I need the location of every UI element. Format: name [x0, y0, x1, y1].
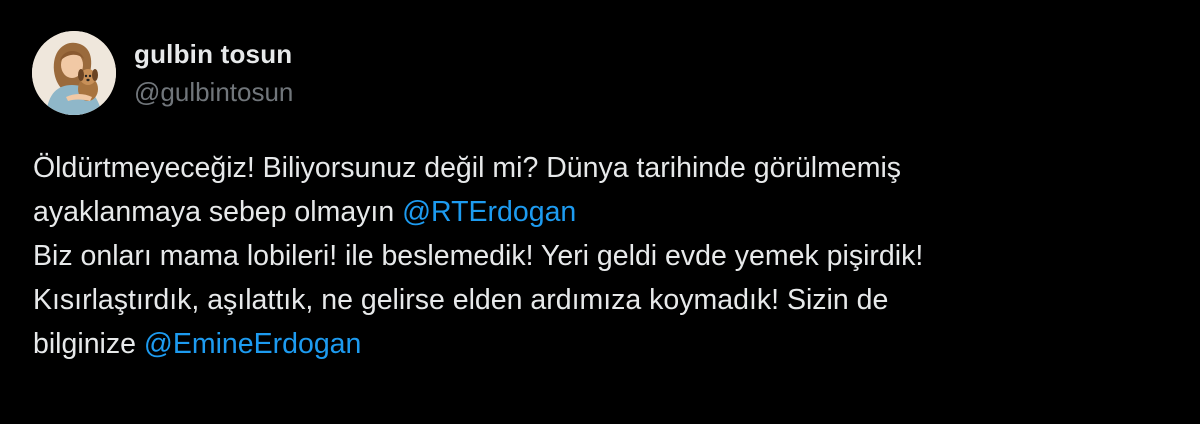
- display-name[interactable]: gulbin tosun: [134, 37, 293, 71]
- tweet-line-3: Biz onları mama lobileri! ile beslemedik…: [33, 240, 924, 272]
- tweet-line-5-text: bilginize: [33, 328, 144, 360]
- tweet-text: Öldürtmeyeceğiz! Biliyorsunuz değil mi? …: [33, 146, 1183, 366]
- user-handle[interactable]: @gulbintosun: [134, 75, 293, 109]
- avatar[interactable]: [32, 31, 116, 115]
- author-names: gulbin tosun @gulbintosun: [134, 37, 293, 109]
- tweet-line-4: Kısırlaştırdık, aşılattık, ne gelirse el…: [33, 284, 889, 316]
- mention-link-rterdogan[interactable]: @RTErdogan: [402, 196, 576, 228]
- tweet-line-5: bilginize @EmineErdogan: [33, 322, 1183, 366]
- tweet-line-1: Öldürtmeyeceğiz! Biliyorsunuz değil mi? …: [33, 152, 902, 184]
- tweet-line-2: ayaklanmaya sebep olmayın @RTErdogan: [33, 190, 1183, 234]
- tweet-header: gulbin tosun @gulbintosun: [32, 30, 293, 116]
- mention-link-emineerdogan[interactable]: @EmineErdogan: [144, 328, 361, 360]
- avatar-illustration: [32, 31, 116, 115]
- tweet-card: gulbin tosun @gulbintosun Öldürtmeyeceği…: [0, 0, 1200, 424]
- tweet-line-2-text: ayaklanmaya sebep olmayın: [33, 196, 403, 228]
